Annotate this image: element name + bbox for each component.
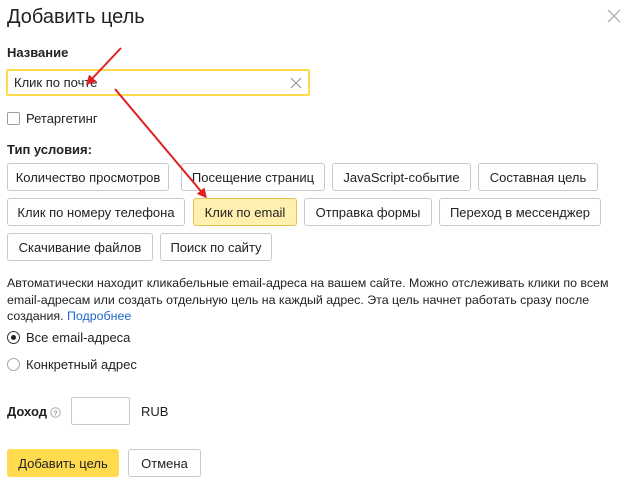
- condition-option-js-event[interactable]: JavaScript-событие: [332, 163, 471, 191]
- condition-option-composite-goal[interactable]: Составная цель: [478, 163, 598, 191]
- condition-type-label: Тип условия:: [7, 142, 92, 157]
- svg-text:?: ?: [53, 408, 58, 417]
- help-icon[interactable]: ?: [50, 406, 61, 418]
- radio-all-emails[interactable]: [7, 331, 20, 344]
- condition-option-form-submit[interactable]: Отправка формы: [304, 198, 432, 226]
- condition-option-views[interactable]: Количество просмотров: [7, 163, 169, 191]
- goal-name-input[interactable]: [14, 71, 284, 94]
- add-goal-dialog: Добавить цель Название Ретаргетинг Тип у…: [0, 0, 636, 481]
- name-field-wrapper: [6, 69, 310, 96]
- clear-input-icon[interactable]: [290, 76, 302, 89]
- condition-option-page-visits[interactable]: Посещение страниц: [181, 163, 325, 191]
- condition-option-site-search[interactable]: Поиск по сайту: [160, 233, 272, 261]
- retargeting-label: Ретаргетинг: [26, 111, 98, 126]
- radio-all-emails-row[interactable]: Все email-адреса: [7, 330, 130, 345]
- condition-description: Автоматически находит кликабельные email…: [7, 275, 627, 325]
- dialog-title: Добавить цель: [7, 6, 145, 28]
- close-icon[interactable]: [606, 8, 622, 24]
- condition-option-phone-click[interactable]: Клик по номеру телефона: [7, 198, 185, 226]
- name-label: Название: [7, 45, 69, 60]
- learn-more-link[interactable]: Подробнее: [67, 309, 131, 323]
- income-input[interactable]: [71, 397, 130, 425]
- radio-specific-address-label: Конкретный адрес: [26, 357, 137, 372]
- radio-all-emails-label: Все email-адреса: [26, 330, 131, 345]
- income-label: Доход: [7, 404, 47, 419]
- retargeting-checkbox-row[interactable]: Ретаргетинг: [7, 111, 98, 126]
- condition-option-email-click[interactable]: Клик по email: [193, 198, 297, 226]
- condition-option-file-download[interactable]: Скачивание файлов: [7, 233, 153, 261]
- retargeting-checkbox[interactable]: [7, 112, 20, 125]
- cancel-button[interactable]: Отмена: [128, 449, 201, 477]
- add-goal-button[interactable]: Добавить цель: [7, 449, 119, 477]
- condition-option-messenger[interactable]: Переход в мессенджер: [439, 198, 601, 226]
- currency-label: RUB: [141, 404, 169, 419]
- income-label-row: Доход ?: [7, 404, 61, 419]
- radio-specific-address[interactable]: [7, 358, 20, 371]
- radio-specific-address-row[interactable]: Конкретный адрес: [7, 357, 137, 372]
